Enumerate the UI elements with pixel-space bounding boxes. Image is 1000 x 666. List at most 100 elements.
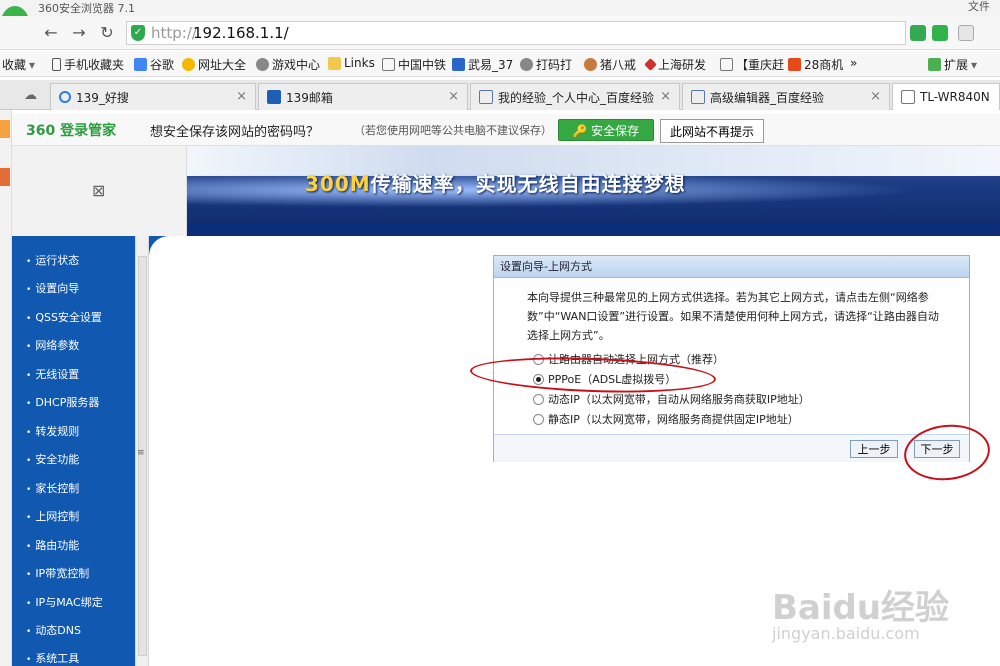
bookmark-item[interactable]: 谷歌 — [134, 56, 174, 73]
phone-icon — [52, 58, 61, 71]
menu-item[interactable]: 转发规则 — [26, 423, 79, 439]
key-icon: 🔑 — [572, 123, 588, 138]
diamond-icon — [644, 58, 657, 71]
bookmark-item[interactable]: 手机收藏夹 — [52, 56, 124, 73]
menu-item[interactable]: 网络参数 — [26, 337, 79, 353]
bookmark-item[interactable]: 28商机 — [788, 56, 843, 73]
menu-item[interactable]: 家长控制 — [26, 480, 79, 496]
option-dynamic-ip[interactable]: 动态IP（以太网宽带，自动从网络服务商获取IP地址） — [533, 391, 810, 407]
browser-title: 360安全浏览器 7.1 — [38, 2, 135, 15]
page-icon — [720, 58, 733, 71]
menu-item[interactable]: 动态DNS — [26, 622, 81, 638]
option-static-ip[interactable]: 静态IP（以太网宽带，网络服务商提供固定IP地址） — [533, 411, 799, 427]
bookmark-item[interactable]: 武易_37 — [452, 56, 513, 73]
page-icon — [901, 90, 915, 104]
bookmark-item[interactable]: 网址大全 — [182, 56, 246, 73]
bookmark-item[interactable]: 上海研发 — [644, 56, 706, 73]
qr-icon[interactable] — [910, 25, 926, 41]
bookmark-item[interactable]: 中国中铁 — [382, 56, 446, 73]
bookmark-item[interactable]: Links — [328, 56, 375, 70]
tab-strip: ☁ 139_好搜 × 139邮箱 × 我的经验_个人中心_百度经验 × 高级编辑器_百… — [0, 80, 1000, 110]
game-icon — [256, 58, 269, 71]
menu-item[interactable]: IP与MAC绑定 — [26, 594, 102, 610]
baidu-icon — [479, 90, 493, 104]
never-prompt-button[interactable]: 此网站不再提示 — [660, 119, 764, 143]
cloud-icon[interactable]: ☁ — [24, 88, 37, 103]
menu-item[interactable]: 系统工具 — [26, 650, 79, 666]
bookmark-item[interactable]: 猪八戒 — [584, 56, 636, 73]
wizard-description: 本向导提供三种最常见的上网方式供选择。若为其它上网方式，请点击左侧“网络参数”中… — [527, 291, 939, 342]
search-icon — [59, 91, 71, 103]
logo-frame: ⊠ — [12, 146, 187, 236]
menu-item[interactable]: 安全功能 — [26, 451, 79, 467]
address-protocol: http:// — [151, 24, 197, 42]
pig-icon — [584, 58, 597, 71]
banner-base — [187, 224, 1000, 236]
password-manager-bar: 360 登录管家 想安全保存该网站的密码吗？ （若您使用网吧等公共电脑不建议保存… — [12, 114, 1000, 146]
menu-item[interactable]: IP带宽控制 — [26, 565, 89, 581]
password-manager-brand: 360 登录管家 — [26, 123, 117, 139]
refresh-icon[interactable]: ↻ — [98, 24, 116, 42]
menu-item[interactable]: 运行状态 — [26, 252, 79, 268]
menu-scrollbar[interactable]: ≡ — [135, 236, 149, 666]
menu-item[interactable]: 设置向导 — [26, 280, 79, 296]
menu-item[interactable]: 路由功能 — [26, 537, 79, 553]
extensions-button[interactable]: 扩展 ▾ — [928, 56, 977, 73]
nav-icon — [182, 58, 195, 71]
close-icon[interactable]: × — [870, 89, 881, 104]
tab[interactable]: 我的经验_个人中心_百度经验 × — [470, 83, 680, 110]
radio-button[interactable] — [533, 393, 544, 405]
address-host: 192.168.1.1/ — [193, 24, 289, 42]
radio-button[interactable] — [533, 413, 544, 425]
file-menu[interactable]: 文件 — [968, 0, 990, 14]
menu-item[interactable]: DHCP服务器 — [26, 394, 99, 410]
speed-icon[interactable] — [932, 25, 948, 41]
back-icon[interactable]: ← — [42, 24, 60, 42]
menu-item[interactable]: 上网控制 — [26, 508, 79, 524]
game-icon — [452, 58, 465, 71]
bookmark-item[interactable]: 打码打 — [520, 56, 572, 73]
watermark: Baidu经验 — [772, 588, 950, 628]
watermark-url: jingyan.baidu.com — [772, 624, 920, 643]
broken-image-icon: ⊠ — [92, 181, 106, 200]
tab-active[interactable]: TL-WR840N — [892, 83, 1000, 110]
browser-title-bar: 360安全浏览器 7.1 文件 — [0, 0, 1000, 16]
link-icon — [520, 58, 533, 71]
router-banner: 300M传输速率，实现无线自由连接梦想 — [187, 146, 1000, 236]
baidu-icon — [691, 90, 705, 104]
close-icon[interactable]: × — [236, 89, 247, 104]
security-shield-icon: ✓ — [131, 25, 145, 41]
wizard-footer: 上一步 下一步 — [494, 434, 969, 462]
dropdown-icon[interactable] — [958, 25, 974, 41]
bookmark-item[interactable]: 收藏 ▾ — [2, 56, 35, 73]
close-icon[interactable]: × — [448, 89, 459, 104]
forward-icon[interactable]: → — [70, 24, 88, 42]
sidebar-tab[interactable] — [0, 120, 10, 138]
folder-icon — [328, 56, 341, 70]
tab[interactable]: 高级编辑器_百度经验 × — [682, 83, 890, 110]
router-menu: 运行状态 设置向导 QSS安全设置 网络参数 无线设置 DHCP服务器 转发规则… — [12, 236, 135, 666]
side-strip — [0, 110, 12, 666]
sidebar-tab[interactable] — [0, 168, 10, 186]
password-note: （若您使用网吧等公共电脑不建议保存） — [354, 124, 552, 137]
tab[interactable]: 139邮箱 × — [258, 83, 468, 110]
mail-icon — [267, 90, 281, 104]
bookmark-item[interactable]: 游戏中心 — [256, 56, 320, 73]
bookmark-more[interactable]: » — [850, 56, 857, 70]
close-icon[interactable]: × — [660, 89, 671, 104]
address-bar[interactable]: ✓ http:// 192.168.1.1/ — [126, 21, 906, 45]
google-icon — [134, 58, 147, 71]
password-prompt: 想安全保存该网站的密码吗？ — [150, 125, 320, 140]
banner-slogan: 300M传输速率，实现无线自由连接梦想 — [305, 172, 686, 196]
page-icon — [382, 58, 395, 71]
menu-item[interactable]: QSS安全设置 — [26, 309, 102, 325]
secure-save-button[interactable]: 🔑 安全保存 — [558, 119, 654, 141]
menu-item[interactable]: 无线设置 — [26, 366, 79, 382]
prev-button[interactable]: 上一步 — [850, 440, 898, 458]
navigation-bar: ← → ↻ ✓ http:// 192.168.1.1/ — [0, 16, 1000, 50]
bookmark-item[interactable]: 【重庆赶 — [720, 56, 784, 73]
tab[interactable]: 139_好搜 × — [50, 83, 256, 110]
bookmarks-bar: 收藏 ▾ 手机收藏夹 谷歌 网址大全 游戏中心 Links 中国中铁 武易_37 … — [0, 51, 1000, 77]
grid-icon — [928, 58, 941, 71]
logo-icon — [788, 58, 801, 71]
